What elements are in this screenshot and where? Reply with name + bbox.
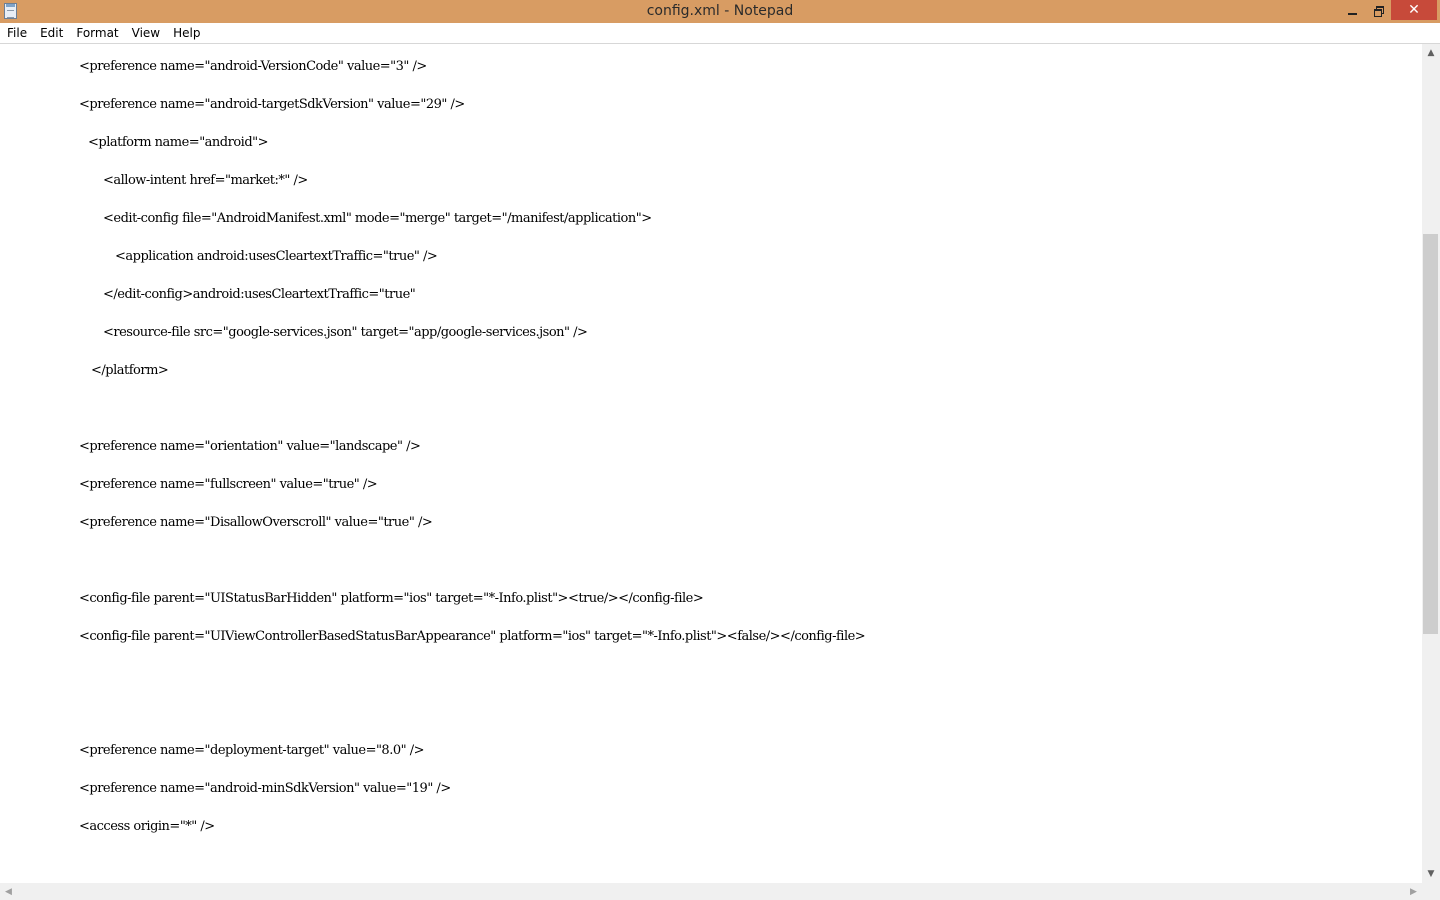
horizontal-scrollbar[interactable]: ◀ ▶ xyxy=(0,883,1422,900)
text-editor[interactable]: <preference name="android-VersionCode" v… xyxy=(0,44,1422,883)
editor-line: <preference name="android-VersionCode" v… xyxy=(79,59,427,74)
menu-file[interactable]: File xyxy=(0,23,33,43)
editor-line: <preference name="DisallowOverscroll" va… xyxy=(79,515,433,530)
menu-view[interactable]: View xyxy=(125,23,166,43)
menu-bar: File Edit Format View Help xyxy=(0,23,1440,43)
editor-line: <access origin="*" /> xyxy=(79,819,215,834)
scroll-right-arrow-icon[interactable]: ▶ xyxy=(1405,883,1422,900)
close-button[interactable]: ✕ xyxy=(1391,0,1437,20)
editor-line: </platform> xyxy=(91,363,169,378)
close-icon: ✕ xyxy=(1408,2,1420,18)
scrollbar-corner xyxy=(1422,883,1440,900)
scroll-left-arrow-icon[interactable]: ◀ xyxy=(0,883,17,900)
vertical-scroll-thumb[interactable] xyxy=(1423,234,1438,634)
editor-line: <config-file parent="UIViewControllerBas… xyxy=(79,629,866,644)
editor-line: <preference name="android-minSdkVersion"… xyxy=(79,781,451,796)
window-title: config.xml - Notepad xyxy=(646,3,794,19)
menu-format[interactable]: Format xyxy=(69,23,124,43)
editor-line: <resource-file src="google-services.json… xyxy=(103,325,588,340)
editor-line: <preference name="orientation" value="la… xyxy=(79,439,421,454)
editor-line: <preference name="fullscreen" value="tru… xyxy=(79,477,378,492)
restore-button[interactable] xyxy=(1365,0,1391,20)
editor-line: <config-file parent="UIStatusBarHidden" … xyxy=(79,591,704,606)
menu-help[interactable]: Help xyxy=(166,23,206,43)
editor-line: <allow-intent href="market:*" /> xyxy=(103,173,308,188)
menu-edit[interactable]: Edit xyxy=(33,23,69,43)
editor-line: <edit-config file="AndroidManifest.xml" … xyxy=(103,211,652,226)
editor-line: <preference name="deployment-target" val… xyxy=(79,743,425,758)
title-bar[interactable]: config.xml - Notepad ✕ xyxy=(0,0,1440,23)
scroll-up-arrow-icon[interactable]: ▲ xyxy=(1422,44,1440,62)
editor-line: <preference name="android-targetSdkVersi… xyxy=(79,97,465,112)
minimize-icon xyxy=(1347,13,1357,15)
vertical-scrollbar[interactable]: ▲ ▼ xyxy=(1422,44,1440,883)
minimize-button[interactable] xyxy=(1339,0,1365,20)
scroll-down-arrow-icon[interactable]: ▼ xyxy=(1422,865,1440,883)
editor-line: <application android:usesCleartextTraffi… xyxy=(115,249,438,264)
editor-line: <platform name="android"> xyxy=(88,135,269,150)
restore-icon xyxy=(1373,6,1384,17)
editor-line: </edit-config>android:usesCleartextTraff… xyxy=(103,287,416,302)
